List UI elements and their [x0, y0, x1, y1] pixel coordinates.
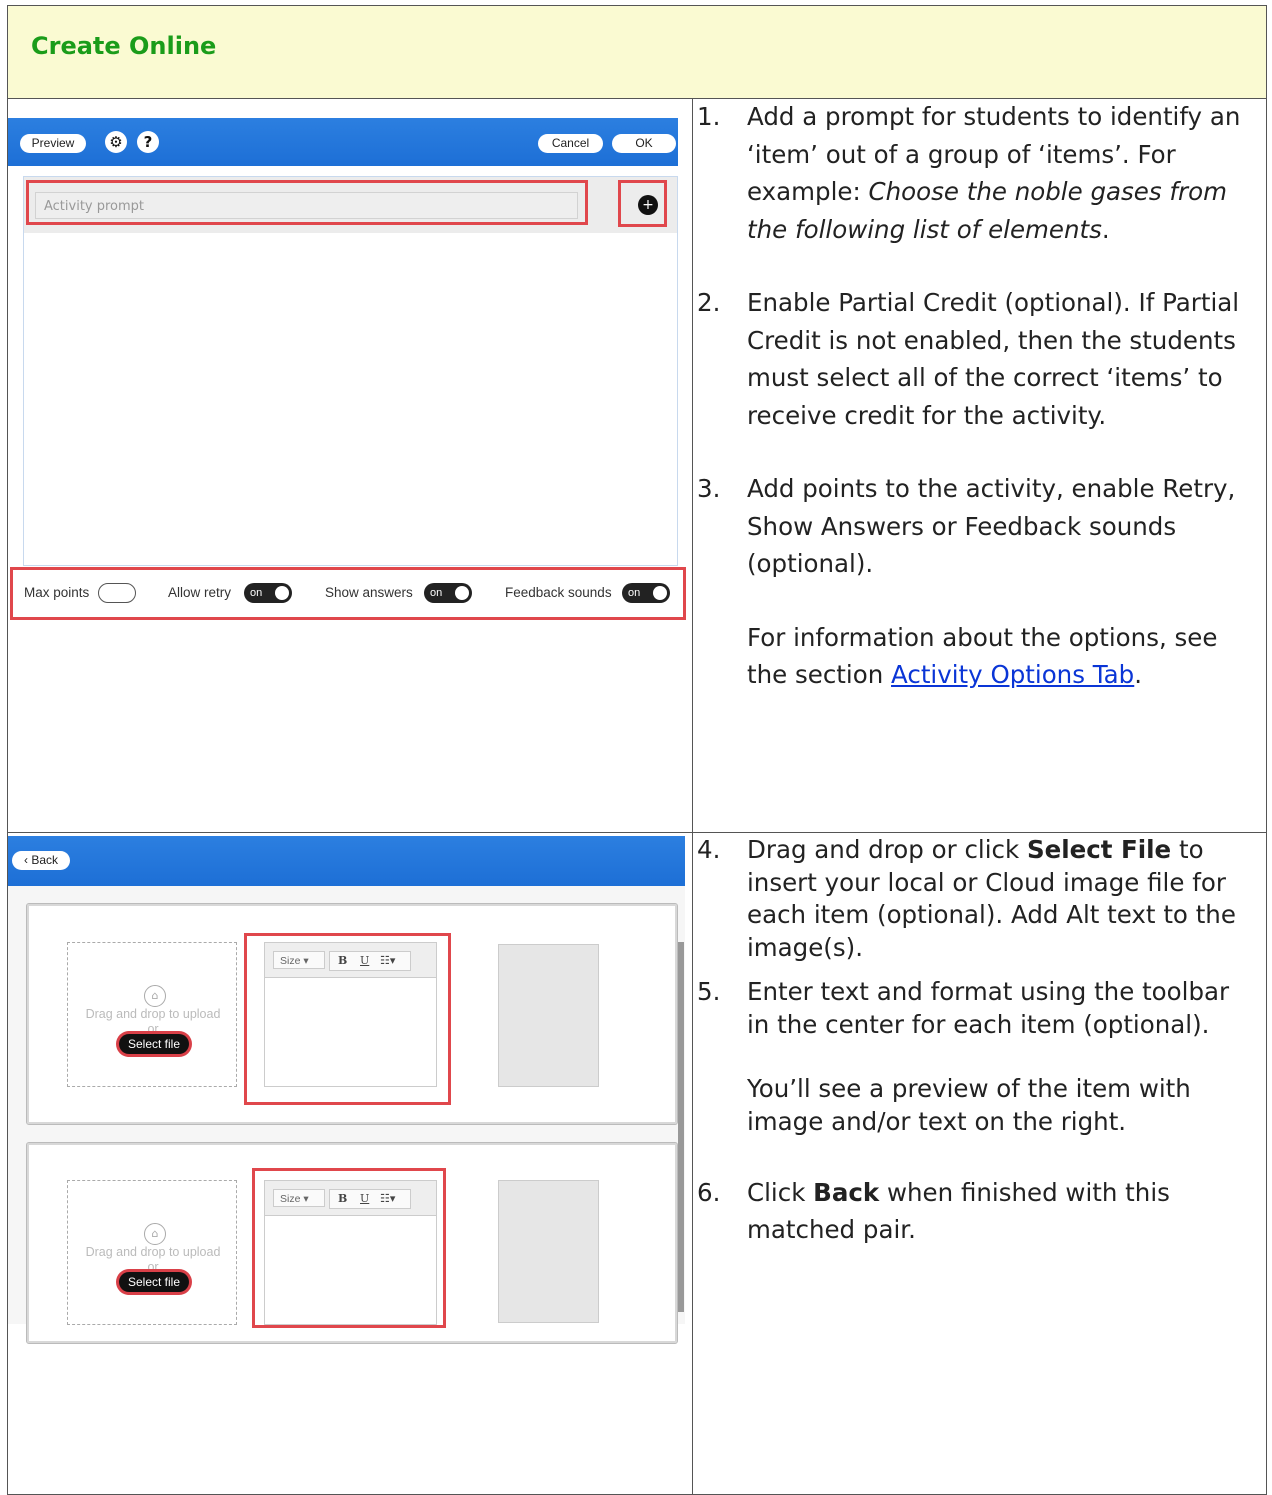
drag-text: Drag and drop to upload [85, 1007, 221, 1021]
ok-button[interactable]: OK [612, 134, 676, 153]
image-icon: ⌂ [144, 1223, 166, 1245]
item-editor-topbar: ‹ Back [8, 836, 685, 886]
editor-body: Activity prompt + [23, 176, 678, 566]
cancel-button[interactable]: Cancel [538, 134, 603, 153]
table-header: Create Online [8, 6, 1266, 99]
image-dropzone[interactable]: ⌂ Drag and drop to upload or Select file [67, 1180, 237, 1325]
step-1: 1. Add a prompt for students to identify… [697, 102, 1241, 244]
scrollbar[interactable] [678, 942, 684, 1312]
activity-options-link[interactable]: Activity Options Tab [891, 660, 1134, 689]
highlight-editor [244, 933, 451, 1105]
steps-group-1: 1. Add a prompt for students to identify… [697, 98, 1245, 694]
step-3: 3. Add points to the activity, enable Re… [697, 474, 1236, 578]
highlight-prompt [26, 180, 588, 225]
preview-button[interactable]: Preview [20, 134, 86, 153]
gear-icon[interactable]: ⚙ [105, 131, 127, 153]
step-4: 4. Drag and drop or click Select File to… [697, 835, 1236, 962]
preview-note: You’ll see a preview of the item with im… [747, 1074, 1191, 1136]
page-title: Create Online [31, 32, 217, 60]
highlight-options [10, 567, 686, 620]
highlight-add-button [618, 180, 667, 227]
step-5: 5. Enter text and format using the toolb… [697, 977, 1230, 1039]
step-6: 6. Click Back when finished with this ma… [697, 1178, 1170, 1244]
steps-group-2: 4. Drag and drop or click Select File to… [697, 834, 1245, 1248]
item-editor-screenshot: ‹ Back ⌂ Drag and drop to upload or Sele… [8, 836, 685, 1344]
select-file-button[interactable]: Select file [119, 1034, 189, 1054]
column-divider [692, 99, 693, 1495]
editor-topbar: Preview ⚙ ? Cancel OK [8, 118, 678, 166]
back-button[interactable]: ‹ Back [12, 851, 70, 870]
item-panel: ⌂ Drag and drop to upload or Select file… [8, 886, 685, 1344]
step-2: 2. Enable Partial Credit (optional). If … [697, 288, 1240, 430]
image-dropzone[interactable]: ⌂ Drag and drop to upload or Select file [67, 942, 237, 1087]
row-divider [8, 832, 1266, 833]
item-preview [498, 1180, 599, 1323]
highlight-editor [252, 1168, 446, 1328]
options-note: For information about the options, see t… [747, 622, 1218, 690]
image-icon: ⌂ [144, 985, 166, 1007]
item-preview [498, 944, 599, 1087]
drag-text: Drag and drop to upload [85, 1245, 221, 1259]
select-file-button[interactable]: Select file [119, 1272, 189, 1292]
activity-editor-screenshot: Preview ⚙ ? Cancel OK Activity prompt + … [8, 118, 686, 623]
help-icon[interactable]: ? [137, 131, 159, 153]
